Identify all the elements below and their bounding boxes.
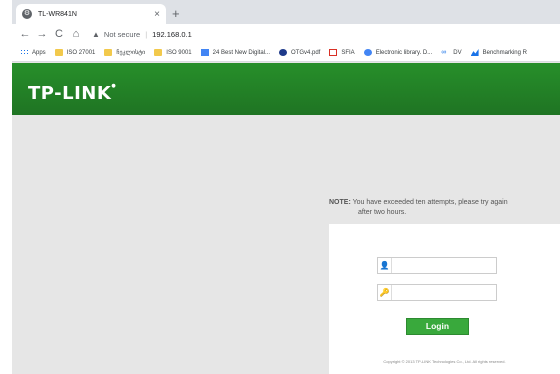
bookmark-label: ISO 9001 [166, 49, 192, 56]
dv-icon: ∞ [441, 49, 447, 56]
tp-link-logo: TP-LINK● [28, 83, 116, 104]
address-separator: | [145, 29, 148, 39]
bookmark-label: Apps [32, 49, 46, 56]
note-line-2: after two hours. [358, 209, 407, 216]
bookmark-otgv4[interactable]: OTGv4.pdf [279, 49, 320, 56]
url-text: 192.168.0.1 [152, 29, 192, 39]
note-label: NOTE: [329, 199, 351, 206]
document-icon [200, 49, 209, 56]
bookmark-benchmarking[interactable]: Benchmarking R [470, 49, 527, 56]
bookmark-label: 24 Best New Digital... [212, 49, 270, 56]
bookmark-label: ISO 27001 [66, 49, 96, 56]
bookmark-iso-9001[interactable]: ISO 9001 [154, 49, 192, 56]
browser-toolbar: ← → C ⌂ ▲ Not secure | 192.168.0.1 [12, 24, 560, 44]
bookmark-dv[interactable]: ∞ DV [441, 49, 461, 56]
tab-title: TL-WR841N [38, 10, 77, 18]
router-favicon-icon: ⚙ [22, 9, 32, 19]
home-icon[interactable]: ⌂ [69, 28, 83, 40]
back-icon[interactable]: ← [18, 28, 32, 40]
password-input[interactable] [392, 285, 496, 300]
bookmark-label: OTGv4.pdf [291, 49, 321, 56]
router-header: TP-LINK● [12, 63, 560, 115]
apps-icon [20, 49, 28, 56]
cloud-icon [363, 49, 372, 56]
key-icon: 🔑 [378, 285, 392, 300]
bookmark-checklist[interactable]: ჩეკლისტი [104, 49, 145, 56]
warning-icon: ▲ [92, 29, 100, 39]
bookmark-apps[interactable]: Apps [20, 49, 46, 56]
bookmark-label: ჩეკლისტი [116, 50, 146, 56]
security-label: Not secure [103, 29, 141, 39]
tab-close-icon[interactable]: × [154, 9, 160, 20]
bookmark-label: Benchmarking R [482, 49, 527, 56]
browser-window: ⚙ TL-WR841N × + ← → C ⌂ ▲ Not secure | 1… [12, 0, 560, 374]
username-input[interactable] [392, 258, 496, 273]
folder-icon [104, 49, 113, 56]
reload-icon[interactable]: C [52, 28, 66, 40]
password-field[interactable]: 🔑 [377, 284, 497, 301]
chart-icon [470, 49, 479, 56]
note-line-1: You have exceeded ten attempts, please t… [352, 199, 508, 206]
trademark-mark: ● [111, 83, 117, 89]
globe-icon [279, 49, 287, 56]
login-panel: 👤 🔑 Login Copyright © 2013 TP-LINK Techn… [329, 224, 560, 374]
bookmark-electronic-library[interactable]: Electronic library. D... [363, 49, 433, 56]
bookmark-label: DV [453, 49, 462, 56]
login-button[interactable]: Login [406, 318, 469, 335]
folder-icon [154, 49, 163, 56]
bookmark-iso-27001[interactable]: ISO 27001 [54, 49, 96, 56]
bookmark-label: Electronic library. D... [375, 49, 433, 56]
bookmark-digital[interactable]: 24 Best New Digital... [200, 49, 270, 56]
copyright-text: Copyright © 2013 TP-LINK Technologies Co… [383, 359, 506, 364]
forward-icon[interactable]: → [35, 28, 49, 40]
bookmark-label: SFIA [341, 49, 355, 56]
bookmarks-bar: Apps ISO 27001 ჩეკლისტი ISO 9001 24 Best… [12, 44, 560, 62]
browser-tab[interactable]: ⚙ TL-WR841N × [16, 4, 166, 24]
lockout-note: NOTE: You have exceeded ten attempts, pl… [329, 198, 559, 218]
brand-name: TP-LINK [28, 83, 112, 104]
username-field[interactable]: 👤 [377, 257, 497, 274]
address-bar[interactable]: ▲ Not secure | 192.168.0.1 [92, 30, 192, 39]
new-tab-button[interactable]: + [172, 7, 180, 21]
pdf-icon [329, 49, 338, 56]
folder-icon [54, 49, 63, 56]
tab-strip: ⚙ TL-WR841N × + [12, 0, 560, 24]
user-icon: 👤 [378, 258, 392, 273]
bookmark-sfia[interactable]: SFIA [329, 49, 355, 56]
